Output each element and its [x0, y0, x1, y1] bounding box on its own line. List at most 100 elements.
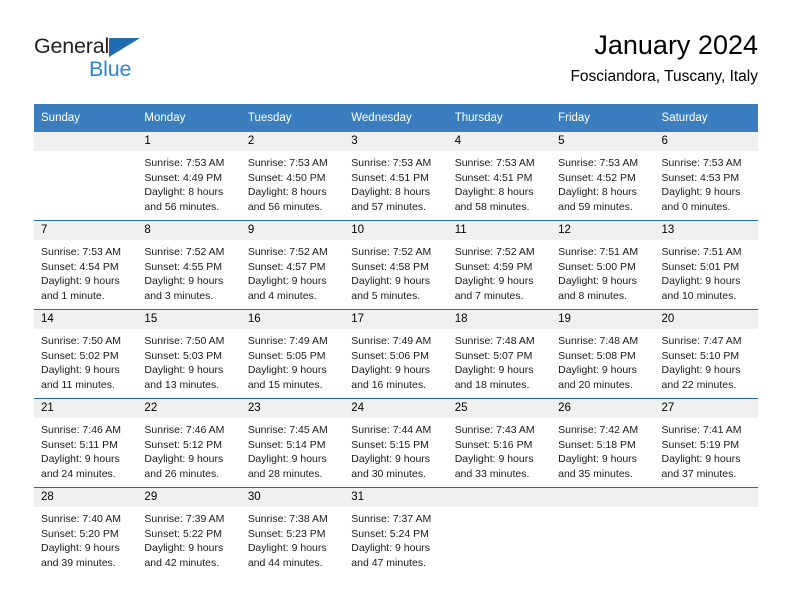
sunrise-text: Sunrise: 7:46 AM — [41, 424, 121, 436]
daylight-text-line1: Daylight: 8 hours — [247, 186, 327, 199]
calendar-day-cell[interactable]: 10 Sunrise: 7:52 AM Sunset: 4:58 PM Dayligh… — [344, 220, 448, 310]
daylight-text-line2: and 44 minutes. — [247, 556, 323, 569]
calendar-day-cell[interactable]: 12 Sunrise: 7:51 AM Sunset: 5:00 PM Dayligh… — [551, 220, 655, 310]
calendar-day-cell[interactable]: 30 Sunrise: 7:38 AM Sunset: 5:23 PM Dayligh… — [240, 487, 345, 576]
day-sun-info: Sunrise: 7:53 AM Sunset: 4:49 PM Daylight:… — [137, 151, 240, 214]
daylight-text-line1: Daylight: 9 hours — [247, 364, 327, 377]
daylight-text-line2: and 15 minutes. — [247, 378, 323, 391]
calendar-day-cell[interactable]: 22 Sunrise: 7:46 AM Sunset: 5:12 PM Dayligh… — [137, 398, 241, 488]
calendar-day-cell[interactable]: 27 Sunrise: 7:41 AM Sunset: 5:19 PM Dayligh… — [654, 398, 758, 488]
calendar-day-cell[interactable]: 2 Sunrise: 7:53 AM Sunset: 4:50 PM Daylight… — [240, 132, 345, 221]
sunset-text: Sunset: 4:55 PM — [144, 260, 223, 273]
calendar-day-cell[interactable]: 16 Sunrise: 7:49 AM Sunset: 5:05 PM Dayligh… — [240, 309, 345, 399]
daylight-text-line2: and 35 minutes. — [558, 467, 633, 480]
calendar-day-cell[interactable]: 23 Sunrise: 7:45 AM Sunset: 5:14 PM Dayligh… — [240, 398, 345, 488]
calendar-day-cell[interactable]: 19 Sunrise: 7:48 AM Sunset: 5:08 PM Dayligh… — [551, 309, 655, 399]
daylight-text-line1: Daylight: 9 hours — [454, 453, 534, 466]
sunrise-text: Sunrise: 7:50 AM — [41, 335, 121, 347]
calendar-day-cell[interactable]: 3 Sunrise: 7:53 AM Sunset: 4:51 PM Daylight… — [344, 132, 448, 221]
calendar-day-cell[interactable]: 28 Sunrise: 7:40 AM Sunset: 5:20 PM Dayligh… — [34, 487, 138, 576]
calendar-day-cell-empty — [551, 487, 655, 576]
daylight-text-line2: and 56 minutes. — [144, 200, 220, 213]
calendar-day-cell[interactable]: 20 Sunrise: 7:47 AM Sunset: 5:10 PM Dayligh… — [654, 309, 758, 399]
calendar-day-cell[interactable]: 11 Sunrise: 7:52 AM Sunset: 4:59 PM Dayligh… — [447, 220, 552, 310]
sunrise-text: Sunrise: 7:52 AM — [351, 246, 432, 258]
day-number — [551, 488, 655, 507]
calendar-day-cell[interactable]: 4 Sunrise: 7:53 AM Sunset: 4:51 PM Daylight… — [447, 132, 552, 221]
sunset-text: Sunset: 4:53 PM — [661, 171, 740, 184]
day-sun-info: Sunrise: 7:42 AM Sunset: 5:18 PM Daylight:… — [551, 418, 654, 481]
calendar-day-cell[interactable]: 7 Sunrise: 7:53 AM Sunset: 4:54 PM Daylight… — [34, 220, 138, 310]
day-number: 31 — [344, 488, 448, 507]
logo-text-blue: Blue — [89, 57, 132, 81]
daylight-text-line1: Daylight: 9 hours — [661, 364, 741, 377]
calendar-day-cell[interactable]: 1 Sunrise: 7:53 AM Sunset: 4:49 PM Daylight… — [137, 132, 241, 221]
daylight-text-line2: and 1 minute. — [41, 289, 105, 302]
daylight-text-line2: and 18 minutes. — [454, 378, 530, 391]
sunrise-text: Sunrise: 7:52 AM — [144, 246, 225, 258]
calendar-grid: Sunday Monday Tuesday Wednesday Thursday Frid… — [34, 104, 758, 576]
calendar-day-cell[interactable]: 18 Sunrise: 7:48 AM Sunset: 5:07 PM Dayligh… — [447, 309, 552, 399]
day-number: 12 — [551, 221, 655, 240]
calendar-day-cell[interactable]: 29 Sunrise: 7:39 AM Sunset: 5:22 PM Dayligh… — [137, 487, 241, 576]
daylight-text-line1: Daylight: 9 hours — [558, 275, 637, 288]
daylight-text-line2: and 56 minutes. — [247, 200, 323, 213]
day-number: 2 — [240, 132, 345, 151]
calendar-day-cell[interactable]: 17 Sunrise: 7:49 AM Sunset: 5:06 PM Dayligh… — [344, 309, 448, 399]
sunrise-text: Sunrise: 7:53 AM — [144, 157, 225, 169]
calendar-day-cell[interactable]: 14 Sunrise: 7:50 AM Sunset: 5:02 PM Dayligh… — [34, 309, 138, 399]
weekday-header-sunday: Sunday — [34, 104, 138, 132]
sunset-text: Sunset: 5:12 PM — [144, 438, 223, 451]
calendar-day-cell[interactable]: 13 Sunrise: 7:51 AM Sunset: 5:01 PM Dayligh… — [654, 220, 758, 310]
sunrise-text: Sunrise: 7:42 AM — [558, 424, 639, 436]
day-number: 21 — [34, 399, 138, 418]
daylight-text-line2: and 11 minutes. — [41, 378, 115, 391]
calendar-day-cell-empty — [654, 487, 758, 576]
daylight-text-line1: Daylight: 9 hours — [247, 542, 327, 555]
day-number: 8 — [137, 221, 241, 240]
sunrise-text: Sunrise: 7:51 AM — [661, 246, 742, 258]
daylight-text-line2: and 39 minutes. — [41, 556, 116, 569]
calendar-day-cell[interactable]: 5 Sunrise: 7:53 AM Sunset: 4:52 PM Daylight… — [551, 132, 655, 221]
day-number: 23 — [240, 399, 345, 418]
day-number: 24 — [344, 399, 448, 418]
daylight-text-line1: Daylight: 9 hours — [351, 364, 431, 377]
day-number: 19 — [551, 310, 655, 329]
calendar-day-cell[interactable]: 26 Sunrise: 7:42 AM Sunset: 5:18 PM Dayligh… — [551, 398, 655, 488]
daylight-text-line1: Daylight: 9 hours — [144, 542, 224, 555]
sunset-text: Sunset: 4:51 PM — [351, 171, 429, 184]
calendar-day-cell[interactable]: 25 Sunrise: 7:43 AM Sunset: 5:16 PM Dayligh… — [447, 398, 552, 488]
day-number: 15 — [137, 310, 241, 329]
day-sun-info: Sunrise: 7:52 AM Sunset: 4:59 PM Daylight:… — [448, 240, 551, 303]
calendar-table: Sunday Monday Tuesday Wednesday Thursday Frid… — [34, 104, 758, 576]
calendar-week-row: 7 Sunrise: 7:53 AM Sunset: 4:54 PM Daylight… — [34, 220, 758, 310]
daylight-text-line2: and 59 minutes. — [558, 200, 633, 213]
calendar-day-cell[interactable]: 8 Sunrise: 7:52 AM Sunset: 4:55 PM Daylight… — [137, 220, 241, 310]
calendar-day-cell[interactable]: 15 Sunrise: 7:50 AM Sunset: 5:03 PM Dayligh… — [137, 309, 241, 399]
calendar-day-cell[interactable]: 6 Sunrise: 7:53 AM Sunset: 4:53 PM Daylight… — [654, 132, 758, 221]
sunrise-text: Sunrise: 7:53 AM — [247, 157, 328, 169]
day-number: 27 — [654, 399, 758, 418]
day-number — [447, 488, 552, 507]
calendar-day-cell-empty — [447, 487, 552, 576]
sunset-text: Sunset: 4:58 PM — [351, 260, 429, 273]
sunrise-text: Sunrise: 7:41 AM — [661, 424, 742, 436]
daylight-text-line2: and 10 minutes. — [661, 289, 737, 302]
calendar-day-cell[interactable]: 21 Sunrise: 7:46 AM Sunset: 5:11 PM Dayligh… — [34, 398, 138, 488]
sunset-text: Sunset: 5:22 PM — [144, 527, 223, 540]
calendar-day-cell[interactable]: 31 Sunrise: 7:37 AM Sunset: 5:24 PM Dayligh… — [344, 487, 448, 576]
daylight-text-line1: Daylight: 9 hours — [351, 453, 431, 466]
sunset-text: Sunset: 4:59 PM — [454, 260, 533, 273]
sunset-text: Sunset: 5:19 PM — [661, 438, 740, 451]
daylight-text-line2: and 57 minutes. — [351, 200, 426, 213]
day-sun-info: Sunrise: 7:53 AM Sunset: 4:54 PM Daylight:… — [34, 240, 137, 303]
day-sun-info: Sunrise: 7:50 AM Sunset: 5:03 PM Daylight:… — [137, 329, 240, 392]
daylight-text-line1: Daylight: 9 hours — [144, 453, 224, 466]
sunset-text: Sunset: 5:20 PM — [41, 527, 119, 540]
calendar-day-cell[interactable]: 24 Sunrise: 7:44 AM Sunset: 5:15 PM Dayligh… — [344, 398, 448, 488]
daylight-text-line1: Daylight: 9 hours — [144, 364, 224, 377]
day-sun-info: Sunrise: 7:41 AM Sunset: 5:19 PM Daylight:… — [655, 418, 758, 481]
day-sun-info: Sunrise: 7:51 AM Sunset: 5:01 PM Daylight:… — [655, 240, 758, 303]
sunrise-text: Sunrise: 7:40 AM — [41, 513, 121, 525]
calendar-day-cell[interactable]: 9 Sunrise: 7:52 AM Sunset: 4:57 PM Daylight… — [240, 220, 345, 310]
